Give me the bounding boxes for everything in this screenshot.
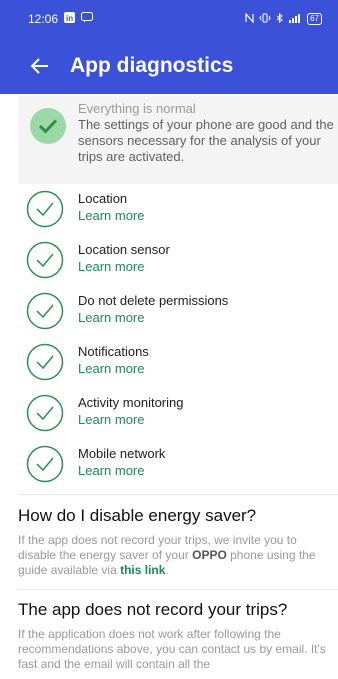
check-label: Location sensor: [78, 242, 170, 257]
learn-more-link[interactable]: Learn more: [78, 258, 170, 275]
app-bar: App diagnostics: [0, 38, 338, 94]
learn-more-link[interactable]: Learn more: [78, 360, 149, 377]
chat-icon: [81, 12, 94, 26]
check-label: Notifications: [78, 344, 149, 359]
check-circle-icon: [26, 292, 64, 330]
check-label: Do not delete permissions: [78, 293, 229, 308]
check-circle-icon: [26, 343, 64, 381]
check-icon: [30, 108, 66, 144]
learn-more-link[interactable]: Learn more: [78, 309, 228, 326]
status-card: Everything is normal The settings of you…: [18, 96, 338, 184]
learn-more-link[interactable]: Learn more: [78, 411, 183, 428]
signal-icon: [288, 13, 302, 26]
phone-brand: OPPO: [192, 548, 227, 562]
check-label: Activity monitoring: [78, 395, 184, 410]
status-bar: 12:06 in 67: [0, 0, 338, 38]
back-arrow-icon[interactable]: [28, 54, 52, 78]
no-record-text: If the application does not work after f…: [18, 627, 326, 671]
check-circle-icon: [26, 241, 64, 279]
linkedin-icon: in: [64, 12, 76, 26]
svg-text:in: in: [66, 14, 73, 23]
learn-more-link[interactable]: Learn more: [78, 207, 144, 224]
energy-saver-text-part3: .: [165, 563, 169, 577]
guide-link[interactable]: this link: [120, 563, 165, 577]
divider: [18, 589, 338, 590]
battery-icon: 67: [307, 13, 322, 25]
bluetooth-icon: [276, 12, 283, 26]
energy-saver-text: If the app does not record your trips, w…: [18, 533, 334, 578]
check-label: Location: [78, 191, 128, 206]
status-description: The settings of your phone are good and …: [78, 117, 334, 164]
energy-saver-title: How do I disable energy saver?: [18, 506, 257, 525]
check-circle-icon: [26, 445, 64, 483]
nfc-icon: [245, 11, 254, 26]
check-circle-icon: [26, 190, 64, 228]
check-label: Mobile network: [78, 446, 166, 461]
status-time: 12:06: [28, 12, 59, 26]
vibrate-icon: [259, 13, 271, 26]
status-heading: Everything is normal: [78, 101, 196, 116]
divider: [18, 494, 338, 495]
page-title: App diagnostics: [70, 54, 234, 77]
check-circle-icon: [26, 394, 64, 432]
no-record-title: The app does not record your trips?: [18, 600, 288, 619]
learn-more-link[interactable]: Learn more: [78, 462, 165, 479]
